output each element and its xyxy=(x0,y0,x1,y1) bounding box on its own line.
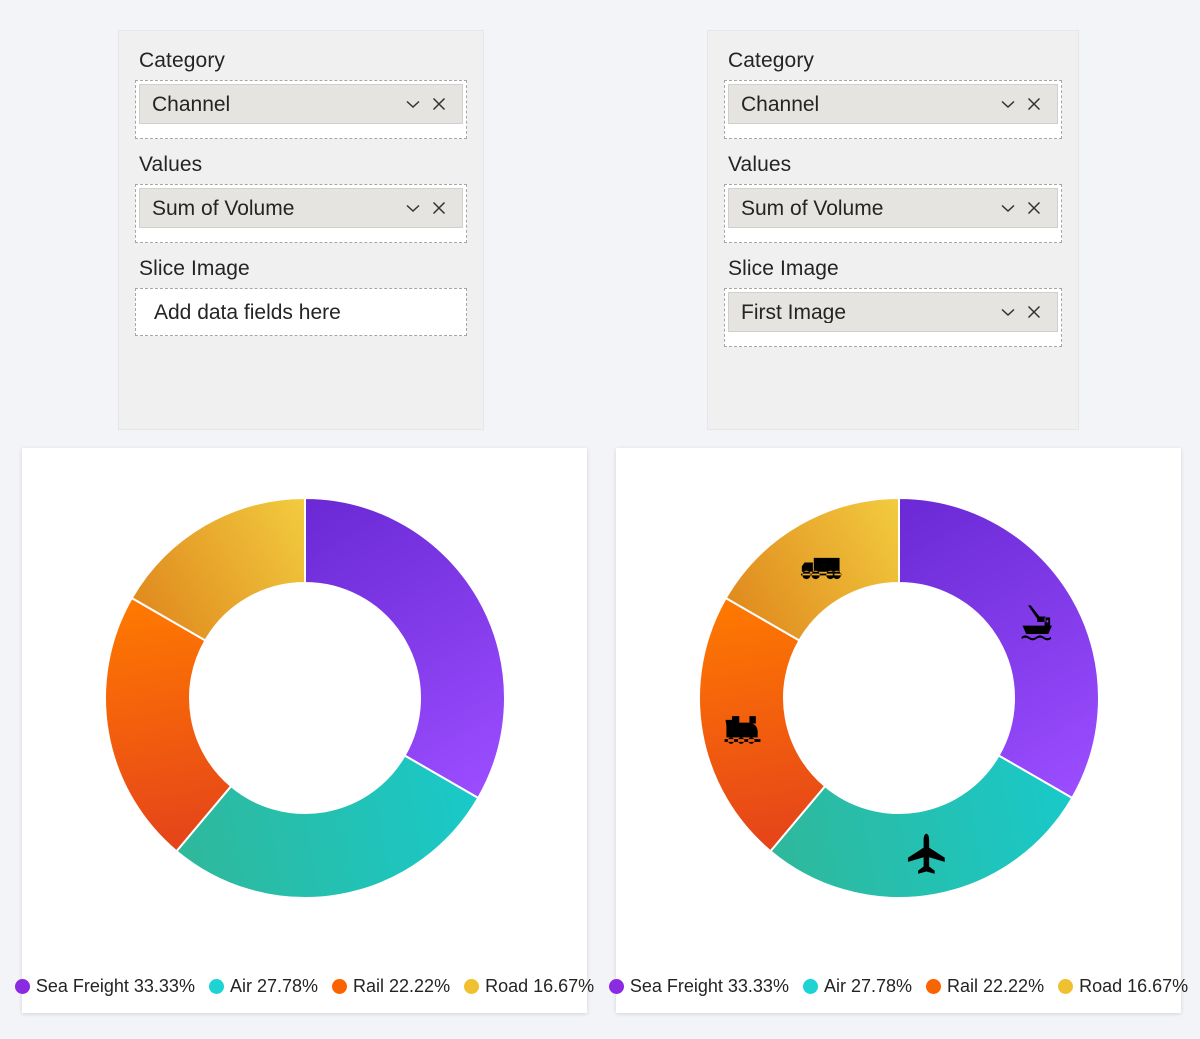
field-pill-sum-of-volume[interactable]: Sum of Volume xyxy=(728,188,1058,229)
legend-label: Road 16.67% xyxy=(1079,976,1189,996)
legend-color-swatch xyxy=(208,978,224,994)
well-label-slice-image: Slice Image xyxy=(728,257,839,281)
well-label-category: Category xyxy=(728,49,815,72)
field-pill-first-image[interactable]: First Image xyxy=(728,292,1058,333)
legend-color-swatch xyxy=(14,978,30,994)
dropzone-category[interactable]: Channel xyxy=(135,80,467,140)
donut-slice[interactable] xyxy=(897,496,1100,800)
app-root: Category Channel Values Sum of Volume Sl… xyxy=(0,0,1200,1039)
legend-item[interactable]: Sea Freight 33.33% xyxy=(608,976,789,996)
chart-legend: Sea Freight 33.33% Air 27.78% Rail 22.22% R… xyxy=(608,976,1188,996)
donut-plot-area xyxy=(616,458,1181,958)
chevron-down-icon[interactable] xyxy=(995,91,1021,117)
chevron-down-icon[interactable] xyxy=(400,91,426,117)
legend-item[interactable]: Rail 22.22% xyxy=(926,977,1044,995)
field-pill-sum-of-volume[interactable]: Sum of Volume xyxy=(139,188,463,229)
close-icon[interactable] xyxy=(426,91,452,117)
legend-item[interactable]: Road 16.67% xyxy=(464,977,594,995)
dropzone-slice-image[interactable]: Add data fields here xyxy=(135,288,467,337)
field-pill-label: Channel xyxy=(741,93,820,115)
field-well-panel-right: Category Channel Values Sum of Volume Sl… xyxy=(707,30,1079,430)
dropzone-slice-image[interactable]: First Image xyxy=(724,288,1062,348)
field-pill-label: First Image xyxy=(741,301,847,323)
legend-label: Road 16.67% xyxy=(485,976,595,996)
legend-item[interactable]: Air 27.78% xyxy=(802,976,913,996)
field-pill-label: Sum of Volume xyxy=(741,197,884,219)
legend-item[interactable]: Sea Freight 33.33% xyxy=(14,976,195,996)
legend-label: Rail 22.22% xyxy=(947,976,1045,996)
donut-chart[interactable] xyxy=(65,458,545,938)
donut-slice[interactable] xyxy=(303,496,506,800)
field-pill-label: Channel xyxy=(152,93,231,115)
legend-color-swatch xyxy=(802,978,818,994)
legend-color-swatch xyxy=(1058,978,1074,994)
legend-item[interactable]: Rail 22.22% xyxy=(332,977,450,995)
legend-label: Air 27.78% xyxy=(229,976,319,996)
legend-label: Sea Freight 33.33% xyxy=(629,976,789,996)
donut-chart-card-with-images: Sea Freight 33.33% Air 27.78% Rail 22.22% R… xyxy=(608,448,1188,1013)
legend-label: Air 27.78% xyxy=(823,976,913,996)
legend-label: Rail 22.22% xyxy=(353,976,451,996)
close-icon[interactable] xyxy=(1021,195,1047,221)
legend-label: Sea Freight 33.33% xyxy=(35,976,195,996)
chevron-down-icon[interactable] xyxy=(995,299,1021,325)
legend-color-swatch xyxy=(332,978,348,994)
donut-chart-card-plain: Sea Freight 33.33% Air 27.78% Rail 22.22% R… xyxy=(14,448,594,1013)
dropzone-values[interactable]: Sum of Volume xyxy=(724,184,1062,244)
well-label-values: Values xyxy=(139,153,203,177)
field-pill-channel[interactable]: Channel xyxy=(139,84,463,125)
legend-item[interactable]: Air 27.78% xyxy=(208,976,319,996)
donut-plot-area xyxy=(22,458,587,958)
legend-color-swatch xyxy=(464,978,480,994)
legend-item[interactable]: Road 16.67% xyxy=(1058,977,1188,995)
close-icon[interactable] xyxy=(1021,299,1047,325)
legend-color-swatch xyxy=(926,978,942,994)
close-icon[interactable] xyxy=(1021,91,1047,117)
donut-chart[interactable] xyxy=(659,458,1139,938)
chevron-down-icon[interactable] xyxy=(995,195,1021,221)
field-pill-label: Sum of Volume xyxy=(152,197,295,219)
legend-color-swatch xyxy=(608,978,624,994)
dropzone-category[interactable]: Channel xyxy=(724,80,1062,140)
well-label-slice-image: Slice Image xyxy=(139,257,250,281)
chart-legend: Sea Freight 33.33% Air 27.78% Rail 22.22% R… xyxy=(14,976,594,996)
field-well-panel-left: Category Channel Values Sum of Volume Sl… xyxy=(118,30,484,430)
well-label-values: Values xyxy=(728,153,792,177)
dropzone-values[interactable]: Sum of Volume xyxy=(135,184,467,244)
well-label-category: Category xyxy=(139,49,226,72)
close-icon[interactable] xyxy=(426,195,452,221)
field-pill-channel[interactable]: Channel xyxy=(728,84,1058,125)
chevron-down-icon[interactable] xyxy=(400,195,426,221)
dropzone-placeholder: Add data fields here xyxy=(154,300,341,324)
